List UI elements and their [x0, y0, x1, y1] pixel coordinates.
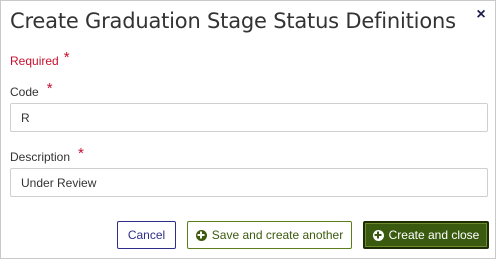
description-label: Description *: [10, 145, 84, 165]
cancel-button-label: Cancel: [127, 228, 166, 242]
dialog-title: Create Graduation Stage Status Definitio…: [10, 9, 456, 33]
create-and-close-label: Create and close: [388, 228, 480, 242]
plus-circle-icon: [372, 229, 384, 241]
create-and-close-button[interactable]: Create and close: [363, 221, 489, 249]
required-note: Required *: [10, 49, 70, 69]
save-and-create-another-label: Save and create another: [211, 228, 344, 242]
cancel-button[interactable]: Cancel: [117, 221, 176, 249]
required-label: Required: [10, 54, 59, 68]
required-asterisk: *: [63, 49, 70, 66]
description-input[interactable]: [10, 168, 488, 197]
code-label-text: Code: [10, 85, 39, 99]
code-input[interactable]: [10, 103, 488, 132]
close-icon[interactable]: ×: [473, 7, 489, 23]
description-required-asterisk: *: [78, 145, 84, 162]
create-status-dialog: Create Graduation Stage Status Definitio…: [0, 0, 496, 259]
code-label: Code *: [10, 80, 53, 100]
code-required-asterisk: *: [46, 80, 53, 97]
description-label-text: Description: [10, 150, 71, 164]
save-and-create-another-button[interactable]: Save and create another: [187, 221, 352, 249]
plus-circle-icon: [195, 229, 207, 241]
